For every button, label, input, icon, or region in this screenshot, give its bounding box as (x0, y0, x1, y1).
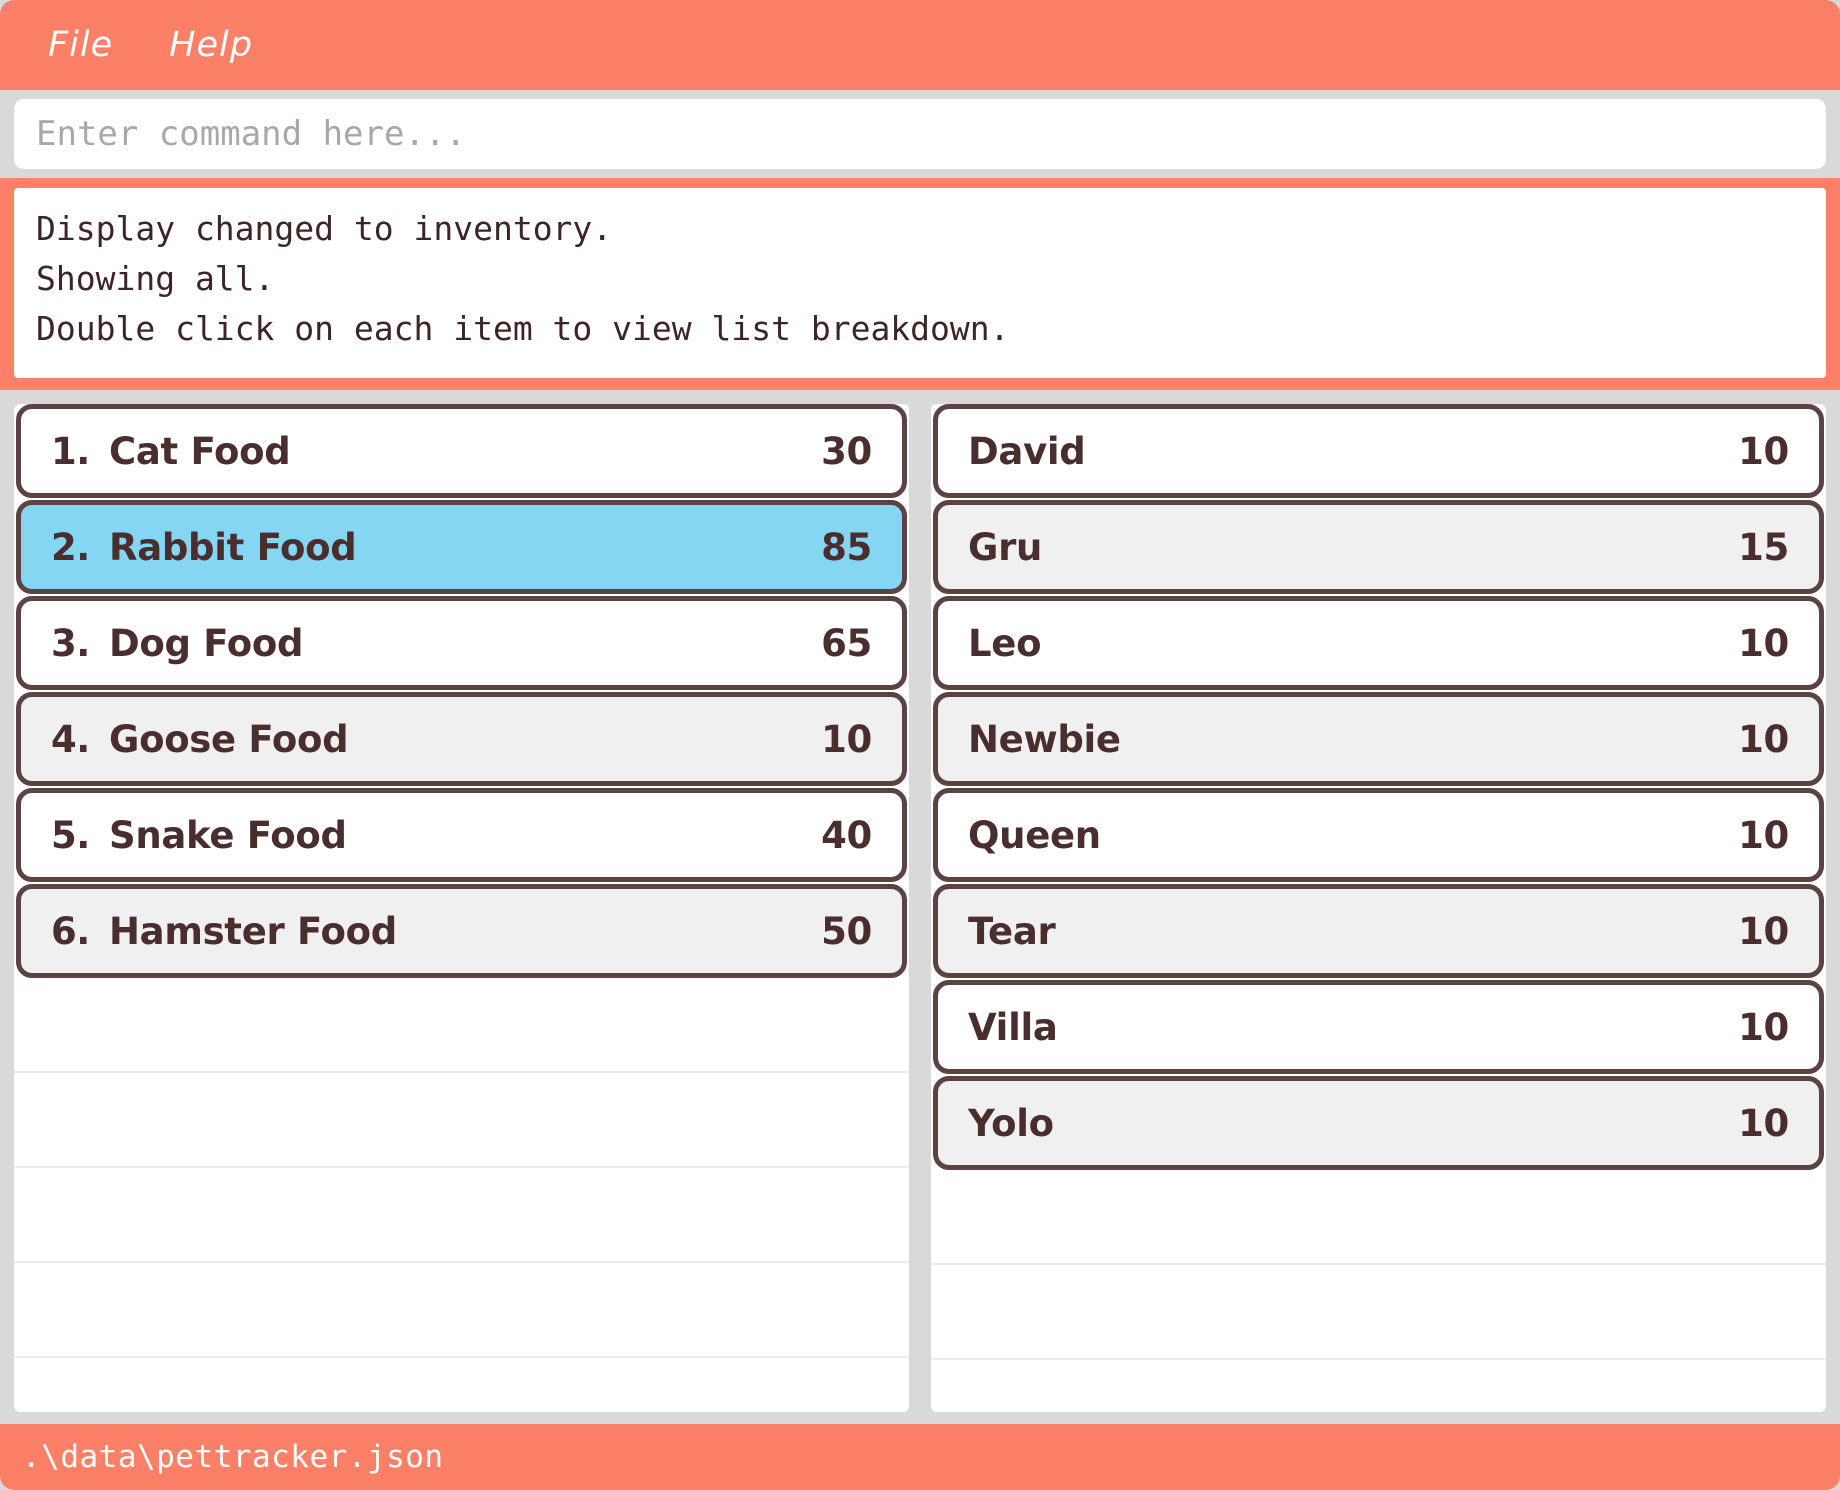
inventory-row-value: 10 (821, 717, 872, 761)
breakdown-row-value: 10 (1738, 429, 1789, 473)
inventory-row[interactable]: 4. Goose Food 10 (16, 692, 907, 786)
breakdown-list-panel[interactable]: David 10 Gru 15 Leo 10 Newbie 10 Queen 10 Tear 10 Vi… (931, 404, 1826, 1412)
breakdown-row-value: 10 (1738, 717, 1789, 761)
breakdown-row-value: 10 (1738, 1101, 1789, 1145)
inventory-row-index: 1. (51, 429, 90, 473)
command-strip (0, 90, 1840, 178)
breakdown-row[interactable]: Gru 15 (933, 500, 1824, 594)
menu-file[interactable]: File (40, 23, 121, 67)
inventory-row-index: 5. (51, 813, 90, 857)
breakdown-empty-slots (931, 1170, 1826, 1412)
console-output-frame: Display changed to inventory. Showing al… (0, 178, 1840, 390)
inventory-row-label: Hamster Food (109, 909, 397, 953)
breakdown-row-value: 10 (1738, 813, 1789, 857)
status-bar: .\data\pettracker.json (0, 1424, 1840, 1490)
inventory-rows: 1. Cat Food 30 2. Rabbit Food 85 3. Dog Food 65 4… (14, 404, 909, 978)
status-file-path: .\data\pettracker.json (22, 1439, 444, 1475)
breakdown-row[interactable]: Newbie 10 (933, 692, 1824, 786)
inventory-row-index: 3. (51, 621, 90, 665)
breakdown-row-label: Tear (968, 909, 1056, 953)
breakdown-row-label: Yolo (968, 1101, 1054, 1145)
inventory-row-index: 4. (51, 717, 90, 761)
inventory-row-value: 40 (821, 813, 872, 857)
inventory-row[interactable]: 3. Dog Food 65 (16, 596, 907, 690)
breakdown-row[interactable]: David 10 (933, 404, 1824, 498)
inventory-row-index: 2. (51, 525, 90, 569)
breakdown-row-label: Villa (968, 1005, 1058, 1049)
breakdown-row-value: 10 (1738, 1005, 1789, 1049)
breakdown-row-label: David (968, 429, 1086, 473)
menu-help[interactable]: Help (161, 23, 261, 67)
inventory-row[interactable]: 5. Snake Food 40 (16, 788, 907, 882)
inventory-row-label: Snake Food (109, 813, 347, 857)
application-window: File Help Display changed to inventory. … (0, 0, 1840, 1490)
menu-bar: File Help (0, 0, 1840, 90)
breakdown-row-label: Queen (968, 813, 1101, 857)
breakdown-row-label: Leo (968, 621, 1042, 665)
inventory-row-value: 85 (821, 525, 872, 569)
breakdown-row[interactable]: Queen 10 (933, 788, 1824, 882)
inventory-row-index: 6. (51, 909, 90, 953)
inventory-row-value: 30 (821, 429, 872, 473)
inventory-row[interactable]: 1. Cat Food 30 (16, 404, 907, 498)
breakdown-row[interactable]: Tear 10 (933, 884, 1824, 978)
inventory-row-value: 50 (821, 909, 872, 953)
inventory-row-value: 65 (821, 621, 872, 665)
lists-region: 1. Cat Food 30 2. Rabbit Food 85 3. Dog Food 65 4… (0, 390, 1840, 1424)
breakdown-row-value: 10 (1738, 909, 1789, 953)
inventory-row[interactable]: 6. Hamster Food 50 (16, 884, 907, 978)
console-output-text: Display changed to inventory. Showing al… (14, 188, 1826, 378)
inventory-row[interactable]: 2. Rabbit Food 85 (16, 500, 907, 594)
inventory-row-label: Goose Food (109, 717, 349, 761)
breakdown-row-value: 15 (1738, 525, 1789, 569)
breakdown-row-label: Newbie (968, 717, 1121, 761)
inventory-list-panel[interactable]: 1. Cat Food 30 2. Rabbit Food 85 3. Dog Food 65 4… (14, 404, 909, 1412)
breakdown-row-value: 10 (1738, 621, 1789, 665)
inventory-empty-slots (14, 978, 909, 1412)
breakdown-row[interactable]: Leo 10 (933, 596, 1824, 690)
breakdown-row-label: Gru (968, 525, 1043, 569)
inventory-row-label: Cat Food (109, 429, 291, 473)
breakdown-row[interactable]: Yolo 10 (933, 1076, 1824, 1170)
breakdown-row[interactable]: Villa 10 (933, 980, 1824, 1074)
inventory-row-label: Rabbit Food (109, 525, 357, 569)
command-input[interactable] (14, 99, 1826, 169)
inventory-row-label: Dog Food (109, 621, 304, 665)
breakdown-rows: David 10 Gru 15 Leo 10 Newbie 10 Queen 10 Tear 10 Vi… (931, 404, 1826, 1170)
